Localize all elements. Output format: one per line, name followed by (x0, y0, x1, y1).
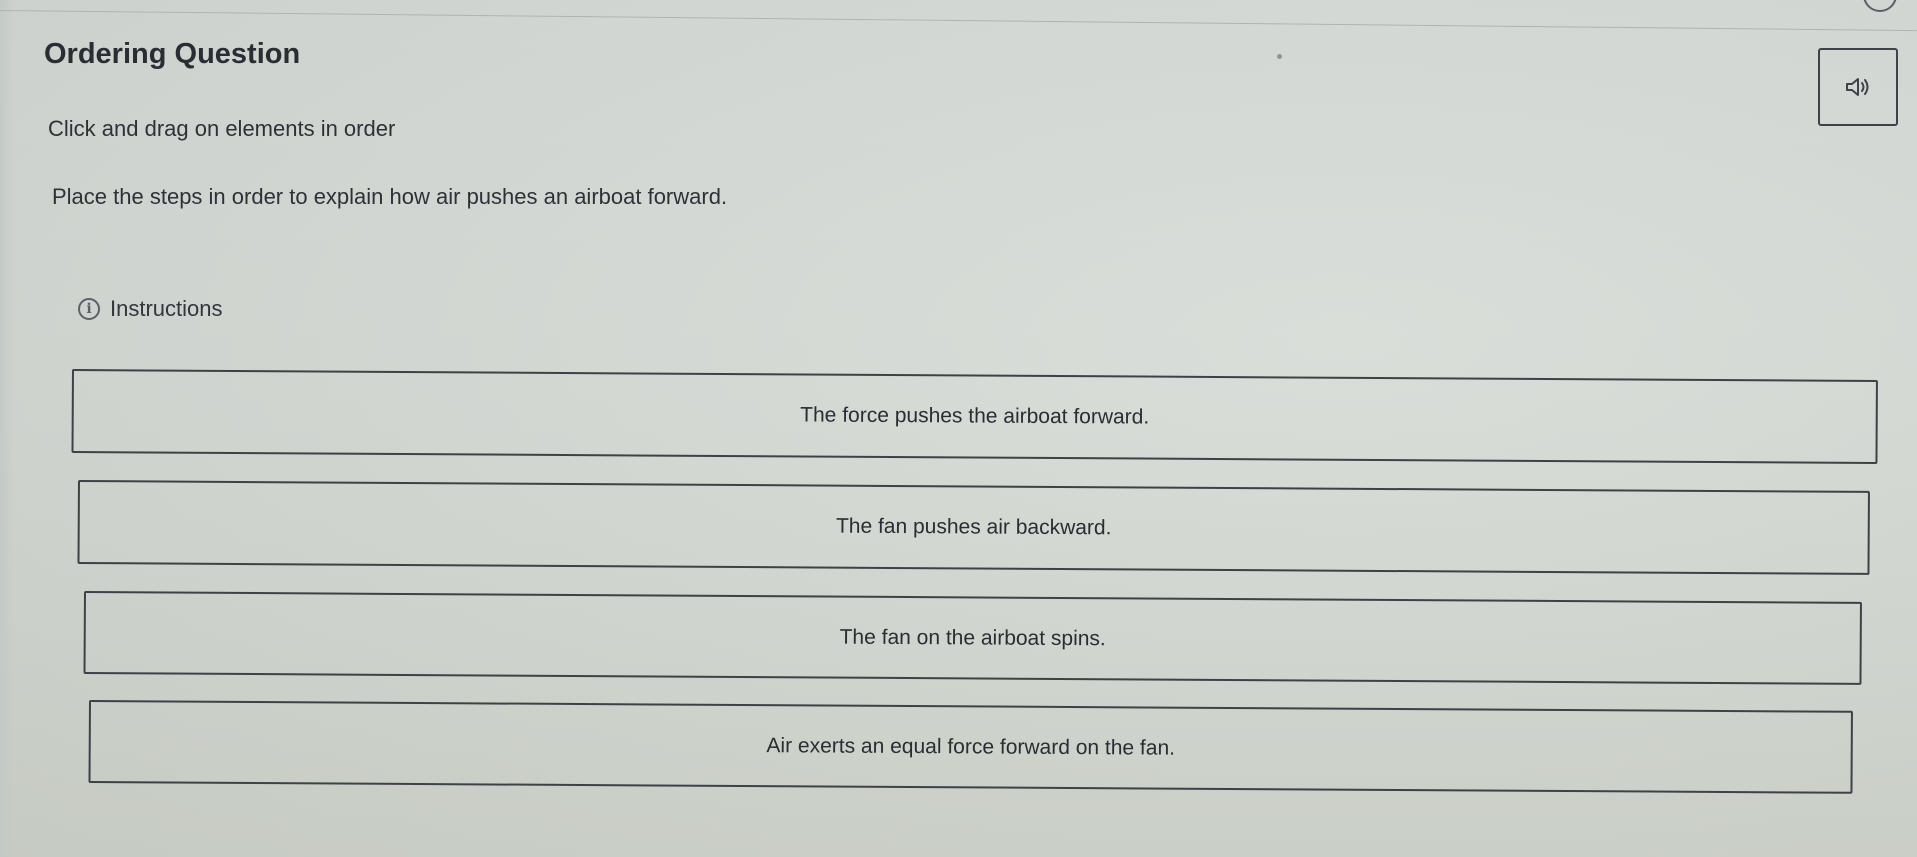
ordering-item-3[interactable]: The fan on the airboat spins. (83, 591, 1862, 685)
ordering-item-label: Air exerts an equal force forward on the… (766, 733, 1176, 760)
ordering-item-4[interactable]: Air exerts an equal force forward on the… (88, 700, 1853, 794)
ordering-item-1[interactable]: The force pushes the airboat forward. (71, 369, 1878, 465)
ordering-item-label: The fan pushes air backward. (835, 514, 1112, 540)
ordering-item-label: The force pushes the airboat forward. (800, 403, 1150, 429)
ordering-item-label: The fan on the airboat spins. (839, 625, 1106, 650)
ordering-list: The force pushes the airboat forward. Th… (0, 0, 1917, 857)
ordering-item-2[interactable]: The fan pushes air backward. (77, 480, 1870, 575)
